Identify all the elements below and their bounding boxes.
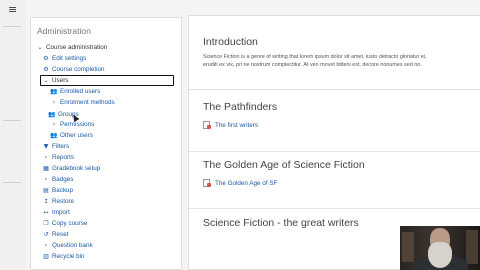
trash-icon: ▥ (43, 253, 49, 260)
admin-item-reset[interactable]: ↺ Reset (42, 230, 68, 240)
section-divider (189, 89, 480, 90)
activity-link[interactable]: The Golden Age of SF (203, 179, 480, 187)
section-summary-line-2: eruditi ex vix, pri ne nostrum complecti… (203, 62, 422, 68)
filter-icon: ▼ (43, 143, 49, 150)
section-introduction: Introduction Science Fiction is a genre … (203, 36, 480, 69)
section-summary: Science Fiction is a genre of writing th… (203, 54, 427, 60)
admin-item-gradebook-setup[interactable]: ▦ Gradebook setup (42, 164, 100, 174)
users-icon: 👥 (50, 88, 58, 95)
admin-item-badges[interactable]: › Badges (42, 175, 74, 185)
admin-item-edit-settings[interactable]: ⚙ Edit settings (42, 54, 86, 64)
admin-item-label[interactable]: Course completion (52, 65, 105, 75)
chevron-right-icon: › (44, 176, 48, 183)
admin-item-label[interactable]: Gradebook setup (52, 164, 100, 174)
users-icon: 👥 (48, 111, 56, 118)
chevron-right-icon: › (52, 99, 56, 106)
activity-link[interactable]: The first writers (203, 121, 480, 129)
admin-item-label[interactable]: Filters (52, 142, 69, 152)
admin-item-label[interactable]: Backup (52, 186, 73, 196)
admin-item-label[interactable]: Reports (52, 153, 74, 163)
chevron-right-icon: › (44, 242, 48, 249)
admin-item-label[interactable]: Reset (52, 230, 68, 240)
admin-item-label[interactable]: Badges (52, 175, 73, 185)
admin-item-backup[interactable]: ▤ Backup (42, 186, 73, 196)
section-divider (189, 151, 480, 152)
menu-icon[interactable]: ≡ (8, 3, 17, 16)
activity-name[interactable]: The first writers (215, 122, 258, 129)
gradebook-icon: ▦ (43, 165, 49, 172)
gear-icon: ⚙ (43, 66, 49, 73)
admin-item-enrolled-users[interactable]: 👥 Enrolled users (50, 87, 100, 97)
admin-item-recycle-bin[interactable]: ▥ Recycle bin (42, 252, 85, 262)
users-focus-outline (40, 75, 174, 86)
admin-item-label[interactable]: Import (52, 208, 70, 218)
admin-item-label[interactable]: Enrolment methods (60, 98, 115, 108)
admin-item-label[interactable]: Copy course (52, 219, 87, 229)
page-icon (203, 121, 211, 129)
section-title: Introduction (203, 36, 258, 48)
page-icon (203, 179, 211, 187)
activity-name[interactable]: The Golden Age of SF (215, 180, 277, 187)
admin-item-label[interactable]: Permissions (60, 120, 94, 130)
divider (3, 26, 21, 27)
restore-icon: ↥ (43, 198, 49, 205)
import-icon: ↤ (43, 209, 49, 216)
chevron-right-icon: › (52, 121, 56, 128)
admin-item-label[interactable]: Course administration (46, 43, 107, 53)
admin-item-filters[interactable]: ▼ Filters (42, 142, 69, 152)
users-icon: 👥 (50, 132, 58, 139)
admin-item-label[interactable]: Enrolled users (60, 87, 100, 97)
admin-item-course-administration[interactable]: ⌄ Course administration (36, 43, 107, 53)
left-edge-panel: ≡ (0, 0, 26, 270)
section-title: The Golden Age of Science Fiction (203, 159, 365, 171)
admin-item-reports[interactable]: › Reports (42, 153, 74, 163)
section-golden-age: The Golden Age of Science Fiction The Go… (203, 159, 480, 187)
admin-item-enrolment-methods[interactable]: › Enrolment methods (50, 98, 115, 108)
chevron-right-icon: › (44, 154, 48, 161)
gear-icon: ⚙ (43, 55, 49, 62)
admin-item-label[interactable]: Restore (52, 197, 74, 207)
admin-item-question-bank[interactable]: › Question bank (42, 241, 93, 251)
chevron-down-icon: ⌄ (37, 44, 43, 51)
copy-icon: ❐ (43, 220, 49, 227)
admin-item-label[interactable]: Recycle bin (52, 252, 85, 262)
admin-item-other-users[interactable]: 👥 Other users (50, 131, 93, 141)
section-title: The Pathfinders (203, 101, 278, 113)
admin-item-label[interactable]: Question bank (52, 241, 93, 251)
section-divider (189, 208, 480, 209)
backup-icon: ▤ (43, 187, 49, 194)
divider (3, 120, 21, 121)
admin-item-label[interactable]: Edit settings (52, 54, 86, 64)
block-title: Administration (37, 26, 91, 36)
divider (3, 182, 21, 183)
admin-item-course-completion[interactable]: ⚙ Course completion (42, 65, 105, 75)
section-pathfinders: The Pathfinders The first writers (203, 101, 480, 129)
admin-item-permissions[interactable]: › Permissions (50, 120, 95, 130)
admin-item-label[interactable]: Other users (60, 131, 93, 141)
admin-item-restore[interactable]: ↥ Restore (42, 197, 74, 207)
admin-item-import[interactable]: ↤ Import (42, 208, 70, 218)
admin-item-copy-course[interactable]: ❐ Copy course (42, 219, 87, 229)
reset-icon: ↺ (43, 231, 49, 238)
webcam-overlay (400, 226, 480, 270)
